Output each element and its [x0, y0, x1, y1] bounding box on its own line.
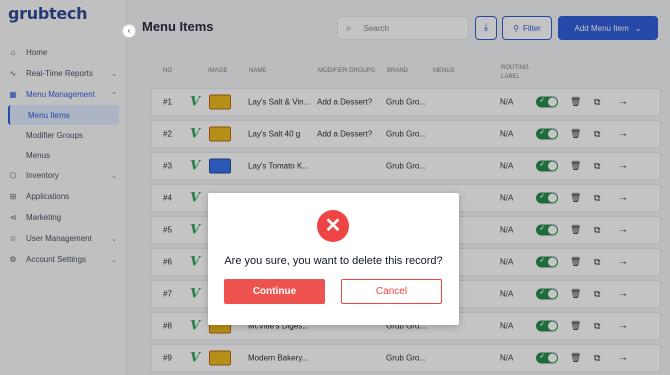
error-icon: ✕: [317, 210, 349, 242]
continue-button[interactable]: Continue: [224, 279, 325, 304]
cancel-button[interactable]: Cancel: [341, 279, 442, 304]
delete-confirm-dialog: ✕ Are you sure, you want to delete this …: [208, 193, 459, 325]
sidebar-collapse-button[interactable]: ‹: [122, 24, 136, 38]
dialog-message: Are you sure, you want to delete this re…: [224, 255, 443, 267]
